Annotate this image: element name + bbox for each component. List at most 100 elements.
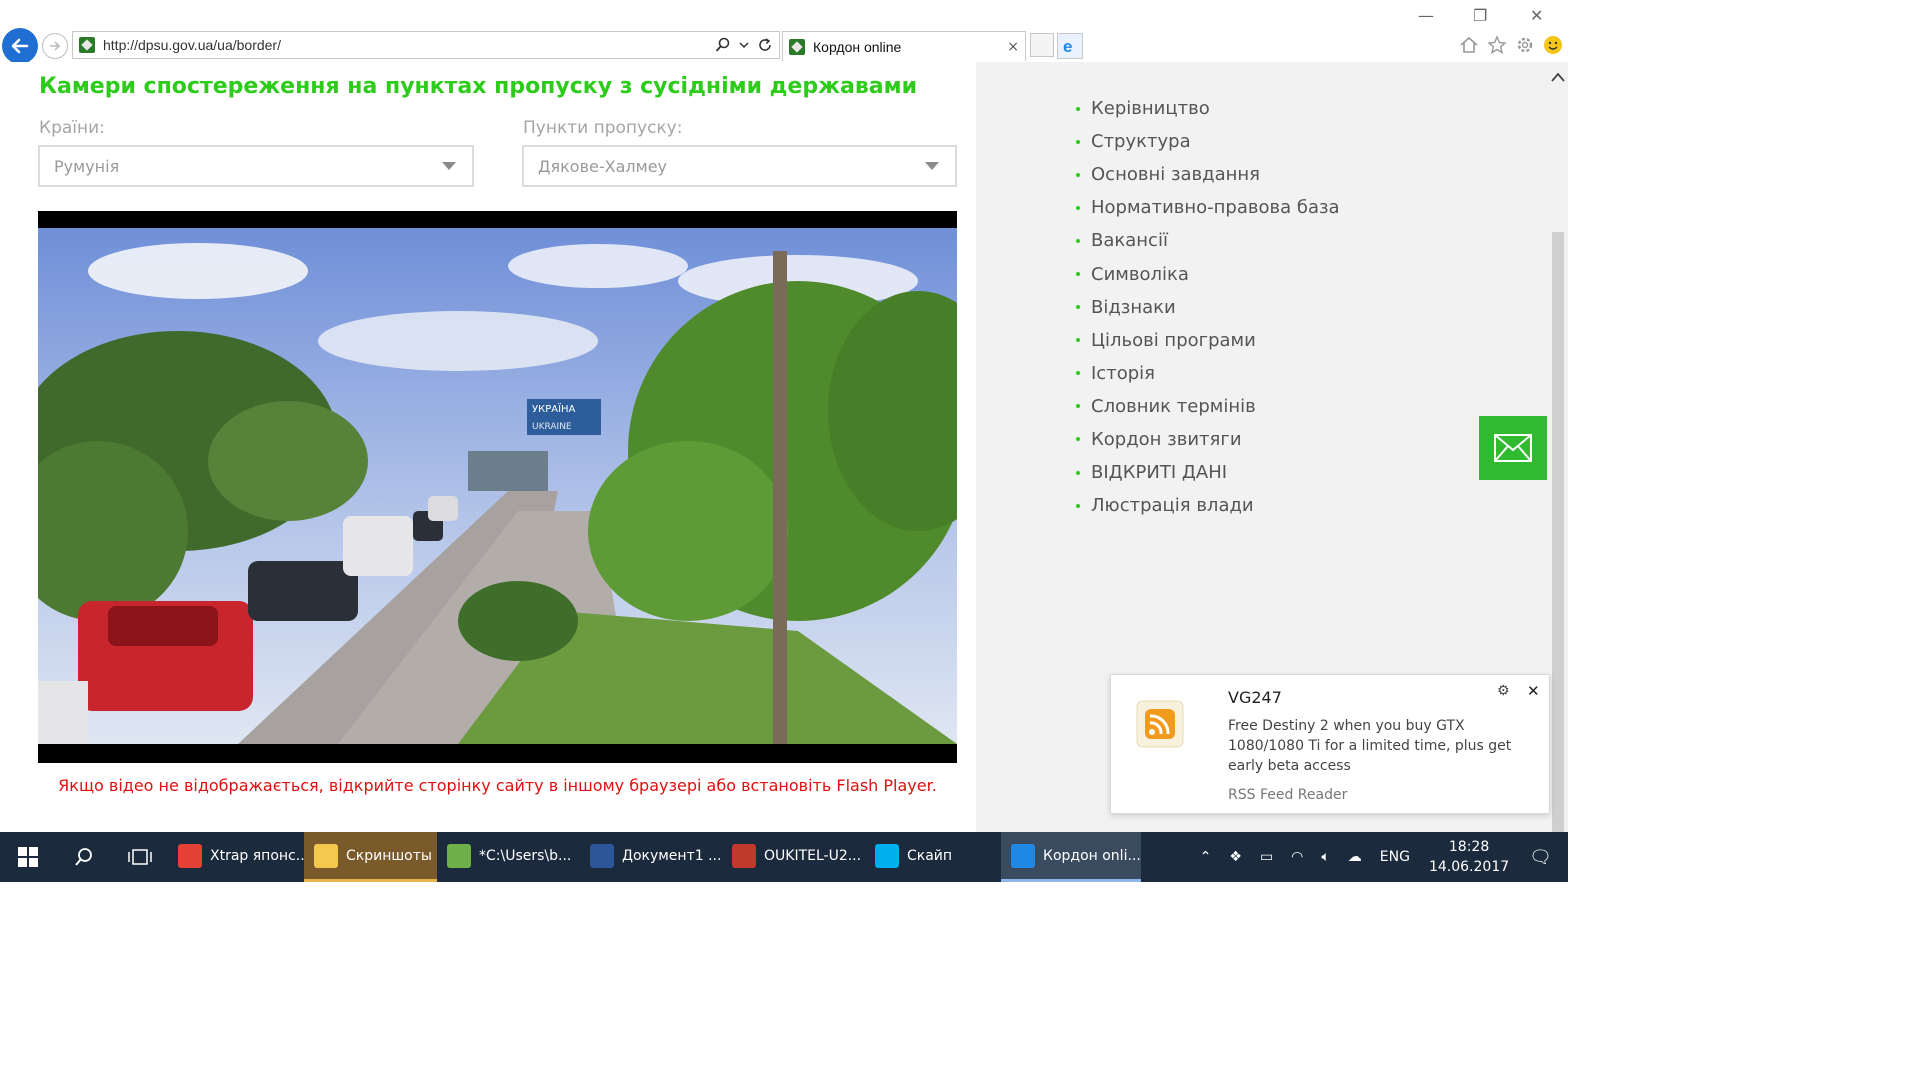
countries-select[interactable]: Румунія: [38, 145, 474, 187]
countries-select-value: Румунія: [54, 156, 120, 176]
sidebar-menu-label[interactable]: Цільові програми: [1091, 330, 1256, 351]
sidebar-menu-label[interactable]: Кордон звитяги: [1091, 429, 1242, 450]
chevron-up-icon[interactable]: ⌃: [1200, 849, 1212, 865]
taskbar-app-button[interactable]: Xtrap японс...: [168, 832, 304, 882]
tab-close-icon[interactable]: ×: [1007, 39, 1019, 55]
checkpoints-select-value: Дякове-Халмеу: [538, 156, 667, 176]
sidebar-menu-item[interactable]: Символіка: [1076, 257, 1340, 290]
taskbar-app-button[interactable]: Скайп: [865, 832, 1001, 882]
gear-icon[interactable]: ⚙: [1497, 683, 1510, 699]
favorites-star-icon[interactable]: [1486, 34, 1508, 56]
sidebar-menu-item[interactable]: Відзнаки: [1076, 291, 1340, 324]
checkpoints-select[interactable]: Дякове-Халмеу: [522, 145, 957, 187]
system-tray: ⌃ ❖ ▭ ◠ 🔈︎ ☁ ENG 18:28 14.06.2017 🗨︎: [1191, 832, 1568, 882]
countries-label: Країни:: [39, 118, 105, 138]
forward-arrow-icon: [50, 41, 61, 51]
ie-icon[interactable]: e: [1057, 33, 1083, 59]
taskbar-app-label: Xtrap японс...: [210, 847, 304, 864]
bullet-icon: [1076, 470, 1080, 475]
toast-source: RSS Feed Reader: [1228, 787, 1348, 803]
smiley-feedback-icon[interactable]: [1542, 34, 1564, 56]
url-text[interactable]: http://dpsu.gov.ua/ua/border/: [103, 37, 715, 53]
battery-icon[interactable]: ▭: [1260, 849, 1273, 865]
taskbar-app-button[interactable]: *C:\Users\b...: [437, 832, 580, 882]
wifi-icon[interactable]: ◠: [1291, 849, 1303, 865]
sidebar-menu-item[interactable]: Керівництво: [1076, 92, 1340, 125]
sidebar-menu-item[interactable]: Люстрація влади: [1076, 489, 1340, 522]
chrome-icon: [178, 843, 202, 868]
taskbar-app-button[interactable]: Документ1 ...: [580, 832, 722, 882]
browser-chrome: — ❐ ✕ http://dpsu.gov.ua/ua/border/ Корд…: [0, 0, 1568, 64]
sidebar-menu-item[interactable]: Кордон звитяги: [1076, 423, 1340, 456]
search-button[interactable]: [56, 832, 112, 882]
sidebar-menu-label[interactable]: Відзнаки: [1091, 297, 1176, 318]
close-icon[interactable]: ✕: [1527, 682, 1540, 700]
tab-kordon-online[interactable]: Кордон online ×: [782, 31, 1026, 61]
clock[interactable]: 18:28 14.06.2017: [1429, 837, 1509, 877]
scrollbar-thumb[interactable]: [1552, 232, 1564, 832]
address-bar[interactable]: http://dpsu.gov.ua/ua/border/: [72, 31, 780, 59]
taskbar-app-button[interactable]: Скриншоты: [304, 832, 437, 882]
home-icon[interactable]: [1458, 34, 1480, 56]
sidebar-menu-label[interactable]: Історія: [1091, 363, 1155, 384]
sidebar-menu-label[interactable]: Вакансії: [1091, 230, 1168, 251]
folder-icon: [314, 843, 338, 868]
language-indicator[interactable]: ENG: [1380, 849, 1410, 865]
bullet-icon: [1076, 238, 1080, 243]
sidebar-menu-item[interactable]: Історія: [1076, 357, 1340, 390]
task-view-button[interactable]: [112, 832, 168, 882]
taskbar-app-button[interactable]: OUKITEL-U2...: [722, 832, 865, 882]
clock-date: 14.06.2017: [1428, 859, 1510, 875]
notification-toast[interactable]: VG247 Free Destiny 2 when you buy GTX 10…: [1110, 674, 1550, 814]
sidebar-menu-item[interactable]: Основні завдання: [1076, 158, 1340, 191]
camera-video-player[interactable]: УКРАЇНА UKRAINE: [38, 211, 957, 763]
browser-tools: [1458, 34, 1564, 56]
bullet-icon: [1076, 338, 1080, 343]
refresh-icon[interactable]: [757, 37, 773, 53]
back-arrow-icon: [11, 38, 29, 54]
windows-logo-icon: [18, 847, 38, 867]
taskbar-app-button[interactable]: Кордон onli...: [1001, 832, 1141, 882]
cloud-sync-icon[interactable]: ☁: [1348, 849, 1362, 865]
sidebar-menu-label[interactable]: Нормативно-правова база: [1091, 197, 1340, 218]
sidebar-menu-item[interactable]: Вакансії: [1076, 224, 1340, 257]
bullet-icon: [1076, 205, 1080, 210]
mail-button[interactable]: [1479, 416, 1547, 480]
minimize-icon[interactable]: —: [1418, 6, 1434, 25]
scroll-up-icon[interactable]: [1551, 70, 1565, 86]
volume-icon[interactable]: 🔈︎: [1321, 849, 1329, 865]
sidebar-menu-label[interactable]: Структура: [1091, 131, 1191, 152]
dropbox-icon[interactable]: ❖: [1229, 849, 1242, 865]
sidebar-menu-item[interactable]: Структура: [1076, 125, 1340, 158]
search-icon: [75, 848, 92, 866]
checkpoints-label: Пункти пропуску:: [523, 118, 683, 138]
tab-favicon-icon: [789, 38, 805, 55]
sidebar-menu-item[interactable]: ВІДКРИТІ ДАНІ: [1076, 456, 1340, 489]
sidebar-menu-label[interactable]: Основні завдання: [1091, 164, 1260, 185]
search-icon[interactable]: [715, 37, 731, 53]
new-tab-button[interactable]: [1030, 33, 1054, 57]
bullet-icon: [1076, 139, 1080, 144]
back-button[interactable]: [2, 28, 38, 64]
sidebar-menu-item[interactable]: Словник термінів: [1076, 390, 1340, 423]
sidebar-menu-label[interactable]: ВІДКРИТІ ДАНІ: [1091, 462, 1227, 483]
camera-frame: УКРАЇНА UKRAINE: [38, 211, 957, 763]
sidebar-menu-label[interactable]: Люстрація влади: [1091, 495, 1254, 516]
taskbar-app-label: Документ1 ...: [622, 847, 722, 864]
bullet-icon: [1076, 106, 1080, 111]
border-sign-text: УКРАЇНА: [532, 402, 576, 415]
start-button[interactable]: [0, 832, 56, 882]
gear-icon[interactable]: [1514, 34, 1536, 56]
sidebar-menu-item[interactable]: Нормативно-правова база: [1076, 191, 1340, 224]
notifications-icon[interactable]: 🗨︎: [1529, 847, 1552, 868]
sidebar-menu-label[interactable]: Словник термінів: [1091, 396, 1256, 417]
svg-text:e: e: [1063, 37, 1072, 55]
sidebar-menu-label[interactable]: Керівництво: [1091, 98, 1210, 119]
page-scrollbar[interactable]: [1548, 62, 1568, 832]
forward-button[interactable]: [42, 33, 68, 59]
sidebar-menu-label[interactable]: Символіка: [1091, 264, 1189, 285]
restore-icon[interactable]: ❐: [1473, 6, 1487, 25]
close-window-icon[interactable]: ✕: [1530, 6, 1543, 25]
chevron-down-icon[interactable]: [739, 41, 749, 49]
sidebar-menu-item[interactable]: Цільові програми: [1076, 324, 1340, 357]
